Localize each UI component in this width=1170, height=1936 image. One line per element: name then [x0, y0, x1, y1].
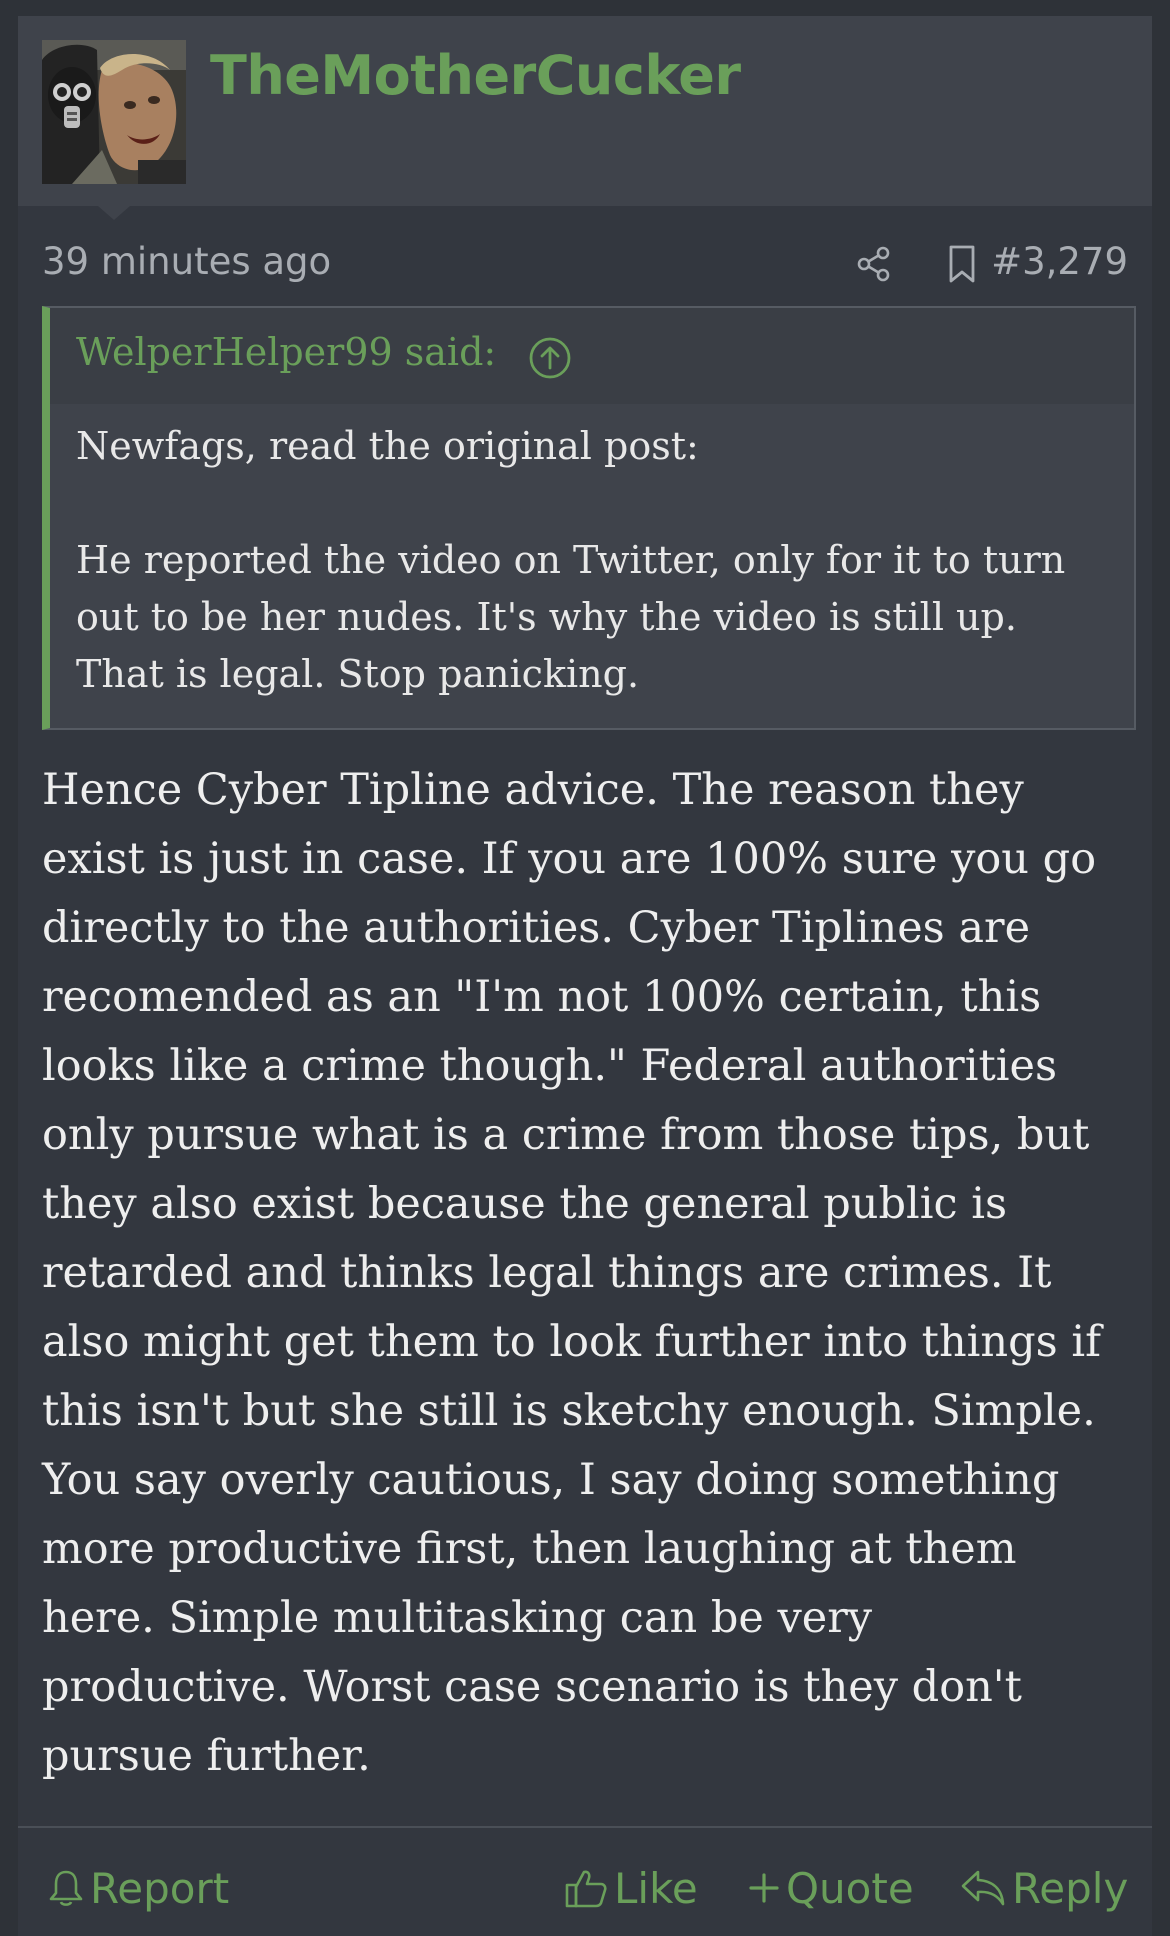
post-meta: 39 minutes ago #3,279 [42, 228, 1128, 292]
header-pointer [98, 206, 130, 220]
quote-author[interactable]: WelperHelper99 said: [76, 330, 496, 374]
quote-label: Quote [786, 1863, 914, 1913]
quote-body: Newfags, read the original post: He repo… [76, 418, 1116, 703]
plus-icon [749, 1873, 779, 1903]
bookmark-icon[interactable] [942, 244, 982, 284]
quote-paragraph: Newfags, read the original post: [76, 424, 699, 468]
username[interactable]: TheMotherCucker [210, 44, 741, 107]
quote-paragraph: He reported the video on Twitter, only f… [76, 538, 1066, 696]
report-button[interactable]: Report [48, 1860, 229, 1916]
post-actions: Report Like Quote Reply [18, 1828, 1152, 1936]
avatar[interactable] [42, 40, 186, 184]
report-label: Report [90, 1863, 230, 1913]
bell-icon [49, 1870, 83, 1906]
post-number[interactable]: #3,279 [991, 240, 1128, 283]
share-icon[interactable] [854, 244, 894, 284]
like-label: Like [614, 1863, 698, 1913]
post-message: Hence Cyber Tipline advice. The reason t… [42, 765, 1102, 1781]
forum-post: TheMotherCucker 39 minutes ago #3,279 We… [18, 16, 1152, 1936]
reply-label: Reply [1012, 1863, 1129, 1913]
quote-header: WelperHelper99 said: [50, 308, 1134, 404]
like-button[interactable]: Like [564, 1860, 698, 1916]
post-timestamp[interactable]: 39 minutes ago [42, 240, 331, 283]
arrow-up-circle-icon[interactable] [528, 336, 572, 380]
user-header: TheMotherCucker [18, 16, 1152, 206]
reply-button[interactable]: Reply [960, 1860, 1128, 1916]
quote-button[interactable]: Quote [748, 1860, 914, 1916]
thumbs-up-icon [565, 1870, 607, 1908]
page: TheMotherCucker 39 minutes ago #3,279 We… [0, 0, 1170, 1936]
quote-block: WelperHelper99 said: Newfags, read the o… [42, 306, 1136, 730]
reply-arrow-icon [961, 1870, 1005, 1906]
